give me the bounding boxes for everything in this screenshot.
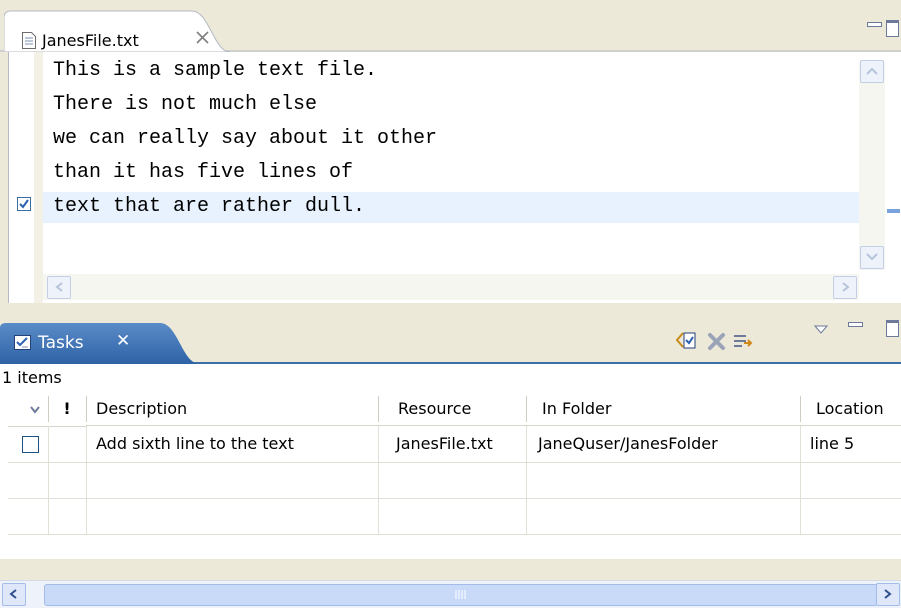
editor-minimize-icon[interactable] — [867, 22, 882, 27]
text-line: This is a sample text file. — [53, 59, 378, 82]
task-checkbox-icon[interactable] — [17, 196, 31, 211]
grid-line — [800, 426, 801, 535]
tasks-tab-label: Tasks — [38, 333, 84, 353]
task-complete-checkbox[interactable] — [22, 436, 39, 453]
editor-tab-title: JanesFile.txt — [42, 31, 139, 50]
text-line: we can really say about it other — [53, 127, 438, 150]
scroll-left-button[interactable] — [47, 276, 71, 299]
chevron-left-icon — [55, 282, 63, 292]
tasks-icon — [14, 334, 32, 350]
scroll-thumb[interactable] — [44, 584, 878, 606]
editor-horizontal-scrollbar[interactable] — [43, 274, 859, 300]
column-header-location[interactable]: Location — [800, 392, 901, 426]
text-editor-area[interactable]: This is a sample text file. There is not… — [43, 52, 859, 270]
chevron-up-icon — [866, 67, 878, 75]
chevron-right-icon — [884, 589, 892, 599]
text-line: text that are rather dull. — [53, 195, 366, 218]
task-resource: JanesFile.txt — [396, 434, 493, 453]
editor-tab[interactable]: JanesFile.txt — [4, 10, 230, 52]
column-header-priority[interactable]: ! — [48, 392, 86, 427]
column-separator[interactable] — [86, 396, 87, 422]
ruler-strip — [34, 52, 43, 303]
overview-ruler — [885, 52, 901, 303]
maximize-icon[interactable] — [886, 320, 899, 337]
scroll-down-button[interactable] — [860, 246, 884, 269]
close-x-icon[interactable] — [196, 31, 209, 48]
task-folder: JaneQuser/JanesFolder — [538, 434, 718, 453]
close-icon[interactable]: ✕ — [116, 331, 130, 351]
column-separator[interactable] — [378, 396, 379, 422]
grid-line — [86, 426, 87, 535]
text-line: There is not much else — [53, 93, 318, 116]
grid-line — [378, 426, 379, 535]
tasks-table: ! Description Resource In Folder Locatio… — [8, 392, 901, 535]
sort-chevron-down-icon — [30, 406, 40, 414]
tasks-tab-bar: Tasks ✕ — [0, 308, 901, 364]
vertical-ruler — [9, 52, 35, 303]
tasks-horizontal-scrollbar[interactable] — [0, 580, 901, 608]
scroll-up-button[interactable] — [860, 60, 884, 83]
vertical-scrollbar[interactable] — [859, 60, 885, 270]
overview-task-mark[interactable] — [887, 209, 900, 213]
column-separator[interactable] — [526, 396, 527, 422]
column-header-resource[interactable]: Resource — [378, 392, 526, 426]
chevron-down-icon — [866, 253, 878, 261]
tasks-body: 1 items ! Description Resource In Folder… — [0, 364, 901, 608]
delete-icon[interactable] — [706, 330, 728, 352]
tasks-scroll-right-button[interactable] — [876, 583, 900, 606]
editor-maximize-icon[interactable] — [886, 20, 899, 37]
grid-line — [526, 426, 527, 535]
column-header-description[interactable]: Description — [86, 392, 378, 426]
chevron-left-icon — [9, 589, 17, 599]
editor-body: This is a sample text file. There is not… — [8, 52, 901, 303]
filter-icon[interactable] — [732, 330, 754, 352]
column-header-in-folder[interactable]: In Folder — [526, 392, 800, 426]
editor-tab-strip: JanesFile.txt — [0, 0, 901, 52]
editor-panel: JanesFile.txt This is a sample text file… — [0, 0, 901, 303]
grid-line — [8, 498, 901, 499]
grip-icon — [455, 590, 466, 599]
task-description: Add sixth line to the text — [96, 434, 294, 453]
view-menu-icon[interactable] — [813, 320, 836, 342]
grid-line — [8, 534, 901, 535]
grid-line — [48, 426, 49, 535]
chevron-right-icon — [842, 282, 850, 292]
tasks-scroll-left-button[interactable] — [2, 583, 26, 606]
tasks-panel: Tasks ✕ 1 items ! Description Resource I… — [0, 308, 901, 608]
text-line: than it has five lines of — [53, 161, 354, 184]
column-separator[interactable] — [800, 396, 801, 422]
task-location: line 5 — [810, 434, 855, 453]
grid-line — [8, 462, 901, 463]
add-task-icon[interactable] — [675, 330, 698, 352]
column-header-completed[interactable] — [8, 392, 48, 427]
items-count: 1 items — [2, 368, 62, 387]
minimize-icon[interactable] — [848, 322, 863, 327]
scroll-right-button[interactable] — [833, 276, 857, 299]
tasks-tab[interactable]: Tasks ✕ — [0, 322, 200, 364]
text-file-icon — [22, 32, 36, 49]
column-separator[interactable] — [48, 396, 49, 422]
